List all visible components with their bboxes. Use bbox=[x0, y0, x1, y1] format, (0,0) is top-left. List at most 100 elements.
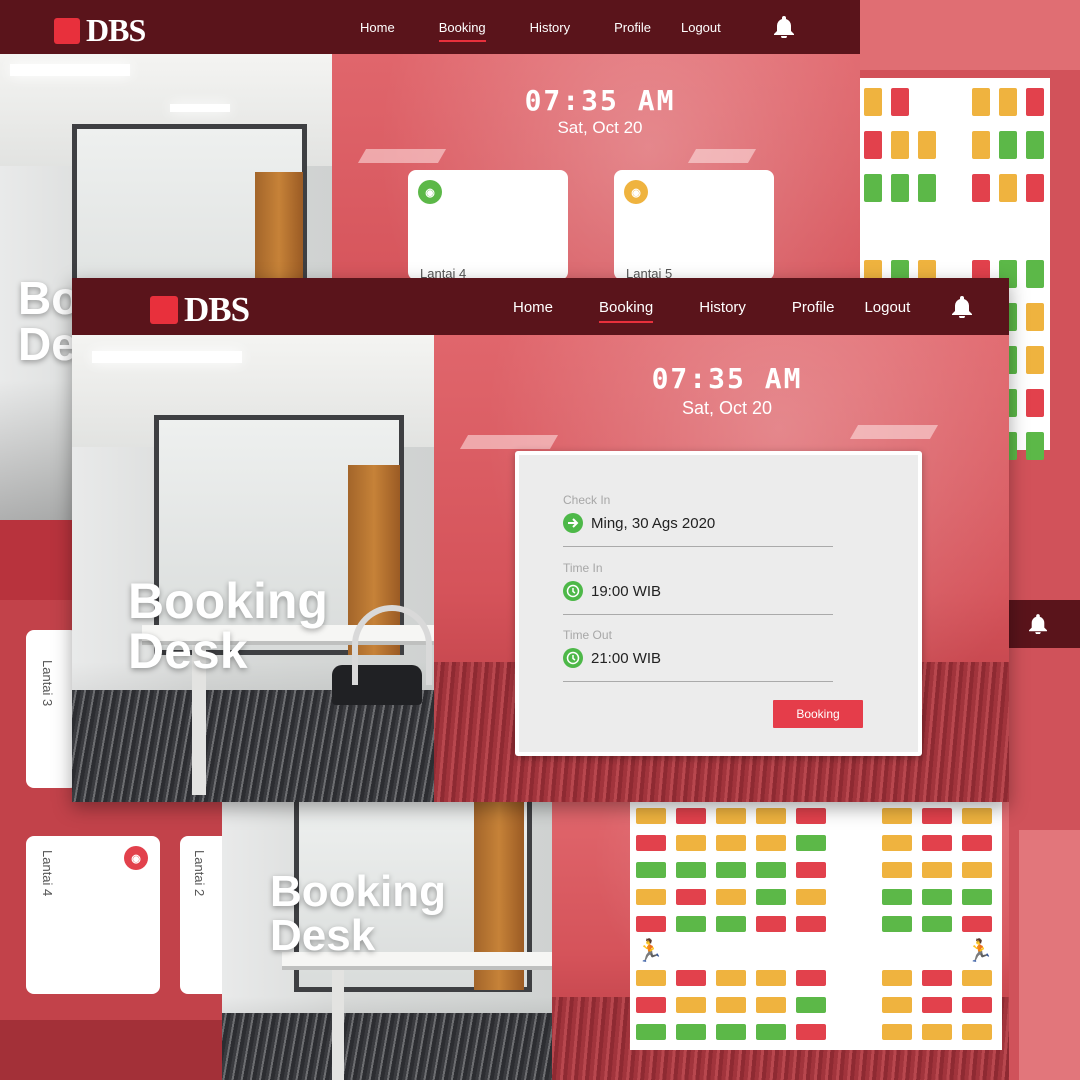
floor-card-lantai4[interactable]: ◉ Lantai 4 bbox=[408, 170, 568, 281]
nav-history[interactable]: History bbox=[530, 20, 570, 35]
nav-profile[interactable]: Profile bbox=[614, 20, 651, 35]
desk-seat[interactable] bbox=[882, 889, 912, 905]
desk-seat[interactable] bbox=[716, 916, 746, 932]
desk-seat[interactable] bbox=[756, 808, 786, 824]
desk-seat[interactable] bbox=[922, 862, 952, 878]
nav-history[interactable]: History bbox=[699, 299, 746, 316]
desk-seat[interactable] bbox=[636, 862, 666, 878]
desk-seat[interactable] bbox=[796, 970, 826, 986]
desk-seat[interactable] bbox=[676, 862, 706, 878]
floor-card-lantai2[interactable]: Lantai 2 bbox=[180, 836, 222, 994]
desk-seat[interactable] bbox=[1026, 346, 1044, 374]
desk-seat[interactable] bbox=[882, 808, 912, 824]
desk-seat[interactable] bbox=[676, 970, 706, 986]
desk-seat[interactable] bbox=[1026, 131, 1044, 159]
desk-seat[interactable] bbox=[922, 1024, 952, 1040]
desk-seat[interactable] bbox=[796, 835, 826, 851]
desk-seat[interactable] bbox=[756, 862, 786, 878]
desk-seat[interactable] bbox=[999, 131, 1017, 159]
desk-seat[interactable] bbox=[756, 835, 786, 851]
desk-seat[interactable] bbox=[716, 835, 746, 851]
desk-seat[interactable] bbox=[1026, 303, 1044, 331]
floor-card-lantai4-vertical[interactable]: ◉ Lantai 4 bbox=[26, 836, 160, 994]
desk-seat[interactable] bbox=[999, 174, 1017, 202]
desk-seat[interactable] bbox=[882, 862, 912, 878]
desk-seat[interactable] bbox=[636, 1024, 666, 1040]
desk-seat[interactable] bbox=[918, 174, 936, 202]
desk-seat[interactable] bbox=[756, 970, 786, 986]
nav-home[interactable]: Home bbox=[360, 20, 395, 35]
nav-logout[interactable]: Logout bbox=[864, 299, 910, 316]
desk-seat[interactable] bbox=[676, 808, 706, 824]
desk-seat[interactable] bbox=[922, 970, 952, 986]
bell-icon[interactable] bbox=[1029, 614, 1047, 634]
time-out-field[interactable]: Time Out 21:00 WIB bbox=[563, 620, 833, 682]
desk-seat[interactable] bbox=[864, 174, 882, 202]
desk-seat[interactable] bbox=[864, 88, 882, 116]
desk-seat[interactable] bbox=[891, 131, 909, 159]
desk-seat[interactable] bbox=[918, 131, 936, 159]
desk-seat[interactable] bbox=[796, 862, 826, 878]
desk-seat[interactable] bbox=[962, 889, 992, 905]
desk-seat[interactable] bbox=[796, 916, 826, 932]
nav-profile[interactable]: Profile bbox=[792, 299, 835, 316]
bell-icon[interactable] bbox=[774, 16, 794, 38]
desk-seat[interactable] bbox=[796, 889, 826, 905]
desk-seat[interactable] bbox=[962, 916, 992, 932]
desk-seat[interactable] bbox=[756, 997, 786, 1013]
desk-seat[interactable] bbox=[796, 997, 826, 1013]
floor-card-lantai5[interactable]: ◉ Lantai 5 bbox=[614, 170, 774, 281]
desk-seat[interactable] bbox=[756, 916, 786, 932]
desk-seat[interactable] bbox=[882, 1024, 912, 1040]
desk-seat[interactable] bbox=[1026, 174, 1044, 202]
desk-seat[interactable] bbox=[1026, 88, 1044, 116]
desk-seat[interactable] bbox=[1026, 260, 1044, 288]
desk-seat[interactable] bbox=[962, 808, 992, 824]
desk-seat[interactable] bbox=[962, 997, 992, 1013]
desk-seat[interactable] bbox=[716, 1024, 746, 1040]
desk-seat[interactable] bbox=[922, 916, 952, 932]
desk-seat[interactable] bbox=[676, 835, 706, 851]
time-in-field[interactable]: Time In 19:00 WIB bbox=[563, 553, 833, 615]
desk-seat[interactable] bbox=[882, 970, 912, 986]
bell-icon[interactable] bbox=[952, 296, 972, 318]
desk-seat[interactable] bbox=[962, 862, 992, 878]
desk-seat[interactable] bbox=[922, 808, 952, 824]
desk-seat[interactable] bbox=[1026, 432, 1044, 460]
desk-seat[interactable] bbox=[716, 808, 746, 824]
desk-seat[interactable] bbox=[636, 889, 666, 905]
desk-seat[interactable] bbox=[636, 997, 666, 1013]
desk-seat[interactable] bbox=[864, 131, 882, 159]
booking-submit-button[interactable]: Booking bbox=[773, 700, 863, 728]
desk-seat[interactable] bbox=[999, 88, 1017, 116]
desk-seat[interactable] bbox=[716, 889, 746, 905]
desk-seat[interactable] bbox=[972, 174, 990, 202]
desk-seat[interactable] bbox=[636, 808, 666, 824]
nav-booking[interactable]: Booking bbox=[599, 299, 654, 323]
desk-seat[interactable] bbox=[716, 862, 746, 878]
desk-seat[interactable] bbox=[676, 1024, 706, 1040]
desk-seat[interactable] bbox=[676, 889, 706, 905]
nav-logout[interactable]: Logout bbox=[681, 20, 721, 35]
desk-seat[interactable] bbox=[636, 970, 666, 986]
desk-seat[interactable] bbox=[891, 88, 909, 116]
desk-seat[interactable] bbox=[1026, 389, 1044, 417]
desk-seat[interactable] bbox=[891, 174, 909, 202]
desk-seat[interactable] bbox=[972, 131, 990, 159]
desk-seat[interactable] bbox=[676, 997, 706, 1013]
desk-seat[interactable] bbox=[922, 997, 952, 1013]
nav-home[interactable]: Home bbox=[513, 299, 553, 316]
desk-seat[interactable] bbox=[882, 835, 912, 851]
nav-booking[interactable]: Booking bbox=[438, 20, 486, 42]
desk-seat[interactable] bbox=[756, 889, 786, 905]
desk-seat[interactable] bbox=[962, 835, 992, 851]
check-in-field[interactable]: Check In Ming, 30 Ags 2020 bbox=[563, 485, 833, 547]
desk-seat[interactable] bbox=[972, 88, 990, 116]
floor-card-lantai3[interactable]: Lantai 3 bbox=[26, 630, 78, 788]
desk-seat[interactable] bbox=[882, 916, 912, 932]
desk-seat[interactable] bbox=[796, 808, 826, 824]
desk-seat[interactable] bbox=[716, 997, 746, 1013]
desk-seat[interactable] bbox=[636, 835, 666, 851]
desk-seat[interactable] bbox=[882, 997, 912, 1013]
desk-seat[interactable] bbox=[922, 835, 952, 851]
